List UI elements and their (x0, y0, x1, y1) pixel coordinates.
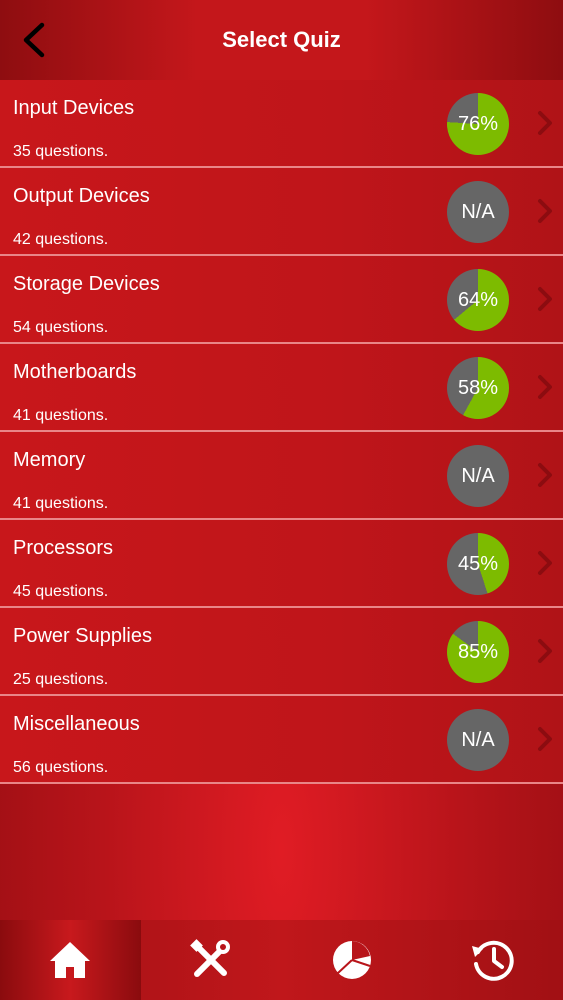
chevron-right-icon (538, 199, 552, 223)
tools-icon (190, 939, 231, 977)
chevron-right-icon (538, 111, 552, 135)
quiz-row[interactable]: Input Devices 35 questions. 76% (0, 80, 563, 168)
score-label: 45% (457, 553, 499, 575)
tab-home[interactable] (0, 920, 141, 1000)
quiz-question-count: 45 questions. (13, 583, 109, 600)
quiz-name: Output Devices (13, 185, 150, 207)
quiz-row[interactable]: Storage Devices 54 questions. 64% (0, 256, 563, 344)
score-progress-circle: 58% (447, 357, 509, 419)
chevron-right-icon (538, 375, 552, 399)
quiz-question-count: 35 questions. (13, 143, 109, 160)
pie-chart-icon (332, 941, 371, 979)
home-icon (50, 942, 91, 978)
score-label: 85% (457, 641, 499, 663)
score-progress-circle: 85% (447, 621, 509, 683)
page-title: Select Quiz (222, 27, 341, 52)
score-progress-circle: N/A (447, 181, 509, 243)
quiz-question-count: 42 questions. (13, 231, 109, 248)
score-progress-circle: 76% (447, 93, 509, 155)
chevron-right-icon (538, 551, 552, 575)
score-progress-circle: N/A (447, 445, 509, 507)
quiz-question-count: 56 questions. (13, 759, 109, 776)
tab-bar (0, 920, 563, 1000)
score-label: 64% (457, 289, 499, 311)
quiz-row[interactable]: Processors 45 questions. 45% (0, 520, 563, 608)
tab-tools[interactable] (141, 920, 282, 1000)
score-label: N/A (461, 729, 495, 751)
quiz-name: Miscellaneous (13, 713, 140, 735)
chevron-right-icon (538, 639, 552, 663)
score-label: 58% (457, 377, 499, 399)
chevron-right-icon (538, 287, 552, 311)
quiz-name: Motherboards (13, 361, 137, 383)
quiz-name: Power Supplies (13, 625, 152, 647)
score-progress-circle: 45% (447, 533, 509, 595)
score-label: 76% (457, 113, 499, 135)
quiz-question-count: 41 questions. (13, 407, 109, 424)
score-progress-circle: 64% (447, 269, 509, 331)
tab-history[interactable] (422, 920, 563, 1000)
quiz-name: Memory (13, 449, 86, 471)
chevron-right-icon (538, 463, 552, 487)
quiz-row[interactable]: Miscellaneous 56 questions. N/A (0, 696, 563, 784)
score-label: N/A (461, 465, 495, 487)
score-label: N/A (461, 201, 495, 223)
quiz-list: Input Devices 35 questions. 76% Output Devi… (0, 80, 563, 784)
score-progress-circle: N/A (447, 709, 509, 771)
quiz-row[interactable]: Motherboards 41 questions. 58% (0, 344, 563, 432)
header: Select Quiz (0, 0, 563, 80)
quiz-question-count: 25 questions. (13, 671, 109, 688)
quiz-row[interactable]: Power Supplies 25 questions. 85% (0, 608, 563, 696)
quiz-name: Input Devices (13, 97, 135, 119)
quiz-name: Storage Devices (13, 273, 160, 295)
quiz-name: Processors (13, 537, 114, 559)
quiz-question-count: 41 questions. (13, 495, 109, 512)
tab-stats[interactable] (282, 920, 423, 1000)
chevron-right-icon (538, 727, 552, 751)
quiz-row[interactable]: Memory 41 questions. N/A (0, 432, 563, 520)
history-icon (471, 940, 514, 981)
quiz-row[interactable]: Output Devices 42 questions. N/A (0, 168, 563, 256)
quiz-question-count: 54 questions. (13, 319, 109, 336)
